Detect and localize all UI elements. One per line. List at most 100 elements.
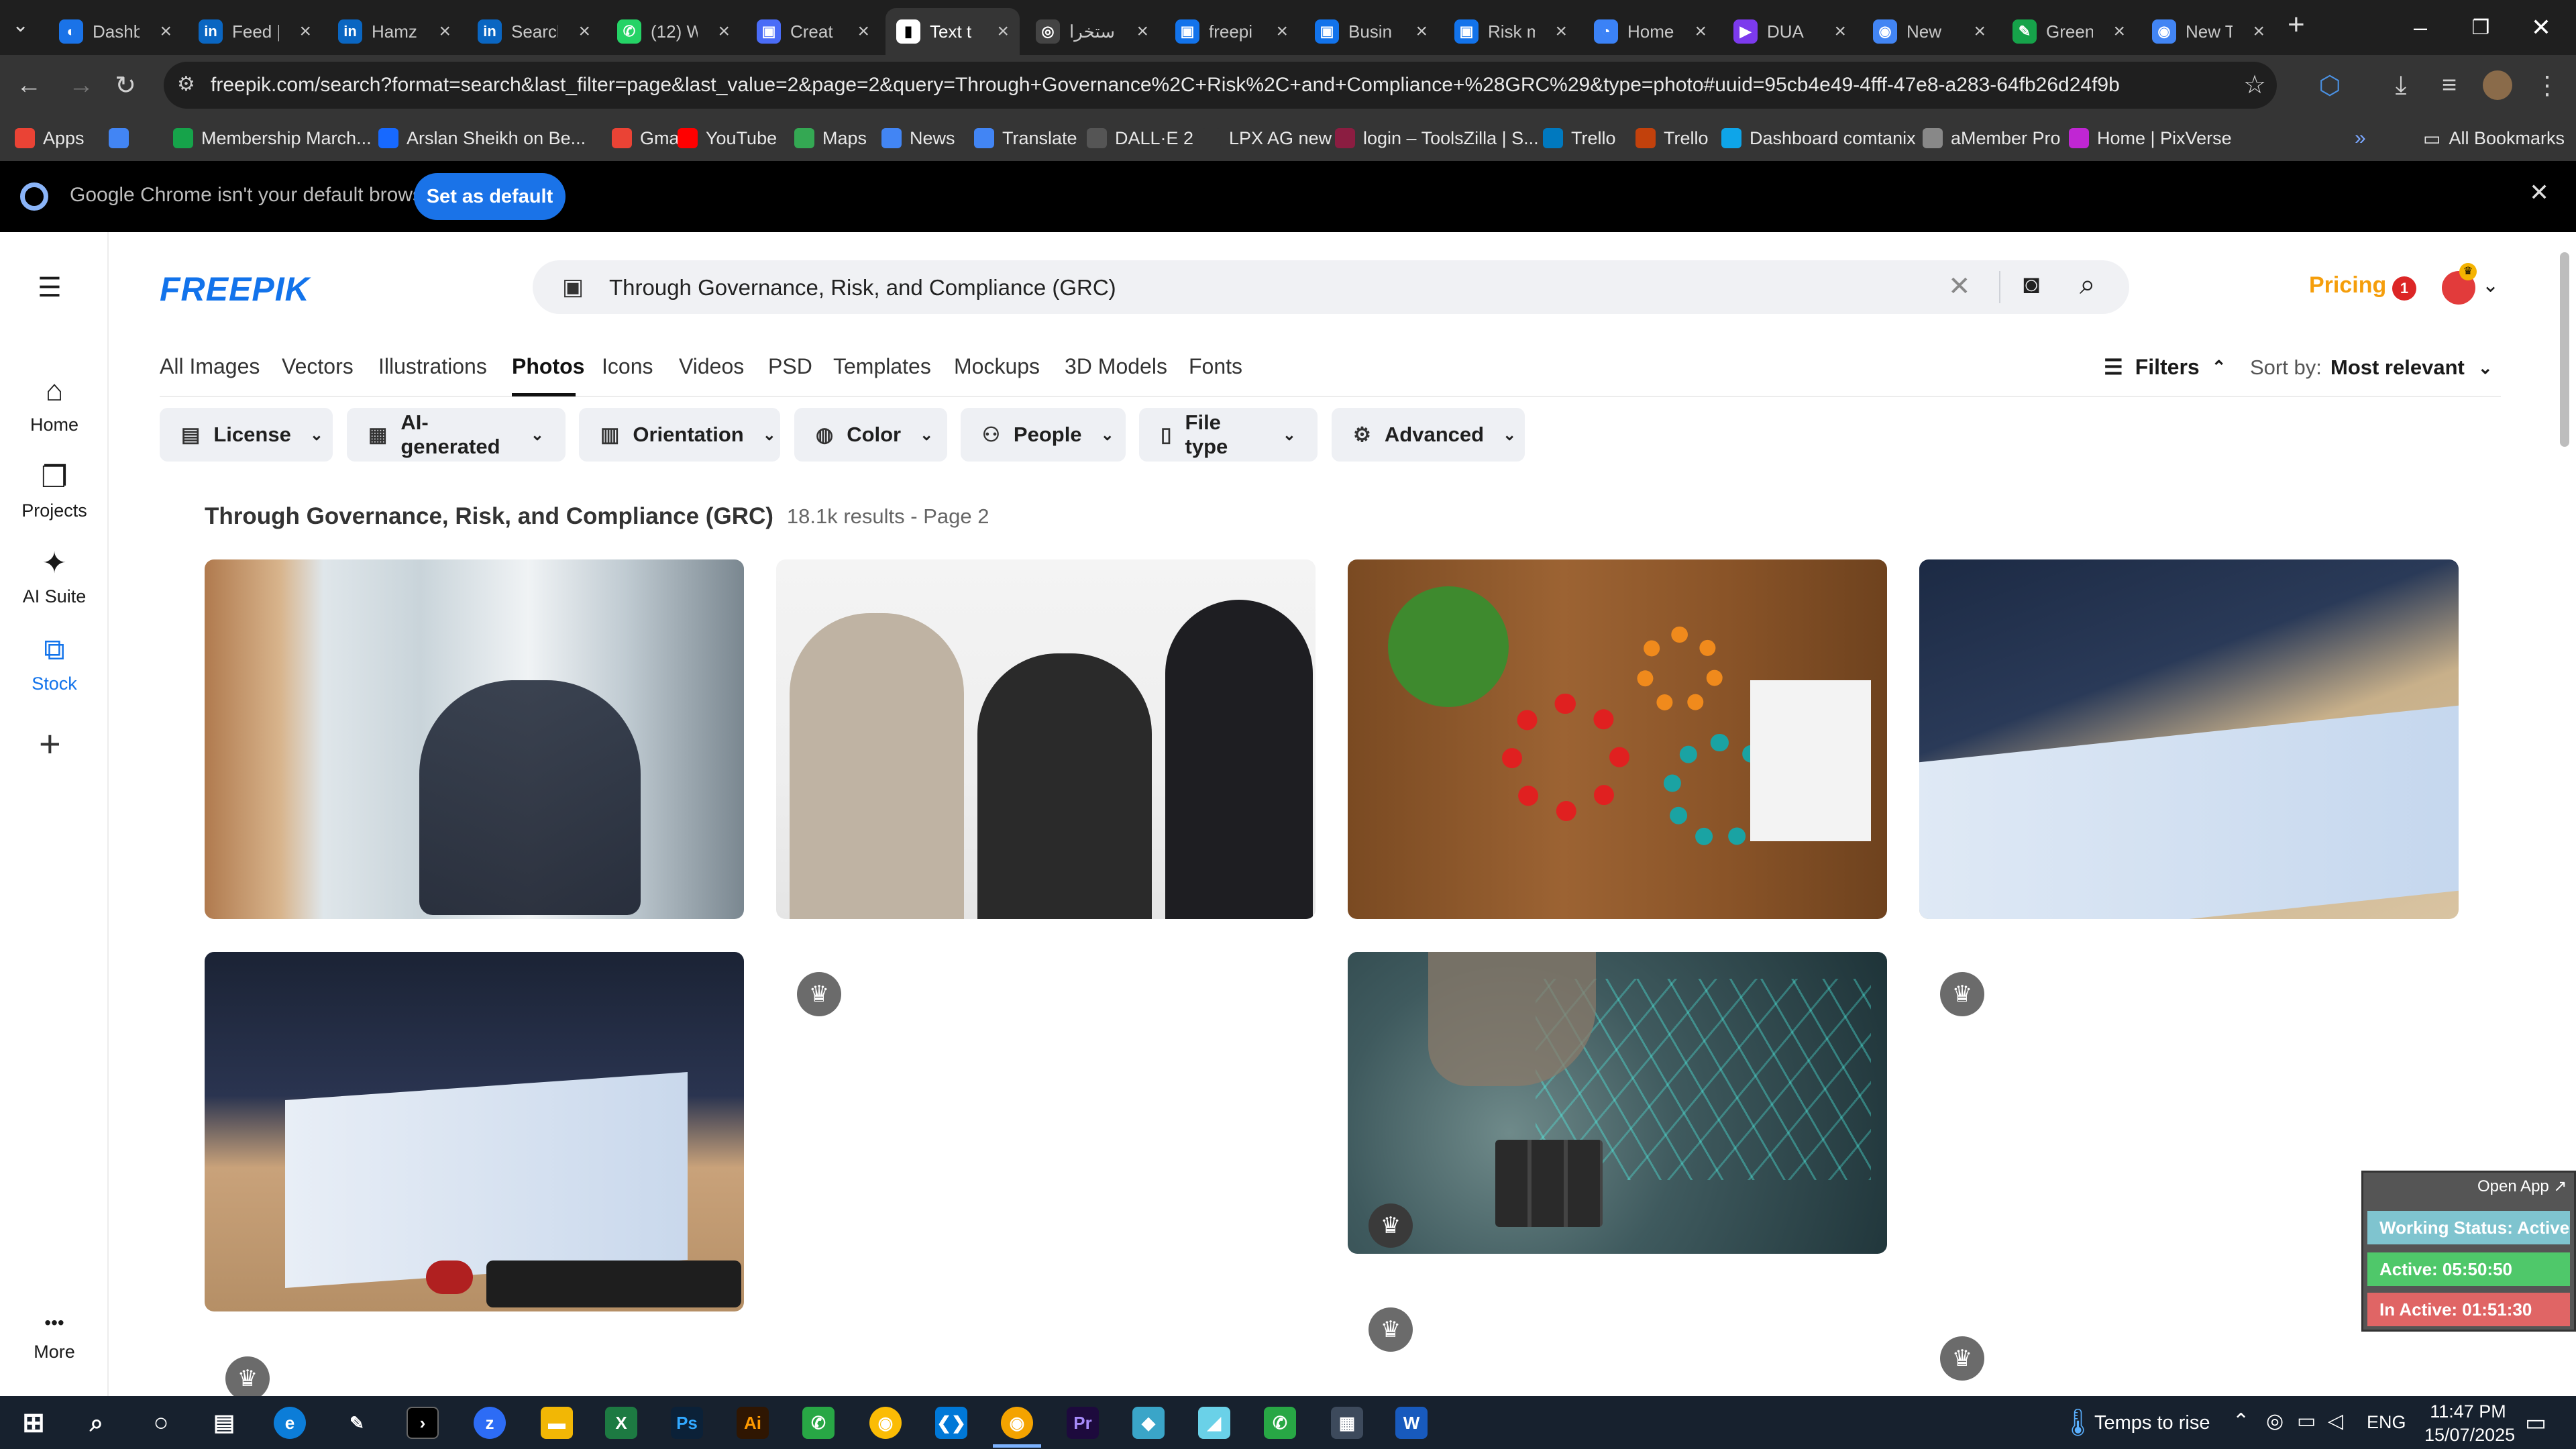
- notifications-icon[interactable]: ▭: [2525, 1409, 2546, 1436]
- volume-icon[interactable]: ◁: [2328, 1409, 2343, 1433]
- cortana-icon[interactable]: ○: [145, 1407, 177, 1439]
- photo-thumbnail[interactable]: [205, 952, 744, 1311]
- browser-tab[interactable]: ▮ Text t ×: [885, 8, 1020, 55]
- network-icon[interactable]: ▭: [2297, 1409, 2316, 1433]
- premiere-icon[interactable]: Pr: [1067, 1407, 1099, 1439]
- tab-close-icon[interactable]: ×: [1974, 20, 1986, 43]
- close-window-button[interactable]: ✕: [2502, 0, 2576, 55]
- app-icon[interactable]: ◆: [1132, 1407, 1165, 1439]
- search-icon[interactable]: ⌕: [80, 1407, 113, 1439]
- tray-overflow-icon[interactable]: ⌃: [2233, 1409, 2249, 1433]
- photo-thumbnail[interactable]: [1348, 952, 1887, 1254]
- tab-close-icon[interactable]: ×: [857, 20, 869, 43]
- forward-arrow-icon[interactable]: →: [63, 67, 99, 103]
- browser-tab[interactable]: ✆ (12) W ×: [606, 8, 741, 55]
- browser-tab[interactable]: ◎ استخرا ×: [1025, 8, 1159, 55]
- tab-close-icon[interactable]: ×: [1555, 20, 1567, 43]
- bookmark-item[interactable]: LPX AG new: [1201, 125, 1332, 152]
- bookmark-item[interactable]: [109, 125, 137, 152]
- notification-badge[interactable]: 1: [2392, 276, 2416, 301]
- filters-toggle[interactable]: ☰ Filters ⌃: [2104, 354, 2226, 380]
- hamburger-menu-icon[interactable]: ☰: [38, 272, 62, 303]
- bookmark-item[interactable]: Home | PixVerse: [2069, 125, 2232, 152]
- browser-tab[interactable]: ▣ Risk m ×: [1444, 8, 1578, 55]
- reload-icon[interactable]: ↻: [107, 67, 144, 103]
- tab-illustrations[interactable]: Illustrations: [378, 354, 487, 379]
- start-menu-icon[interactable]: ⊞: [17, 1407, 50, 1439]
- address-bar[interactable]: ⚙ freepik.com/search?format=search&last_…: [164, 62, 2277, 109]
- sort-dropdown[interactable]: Most relevant ⌄: [2330, 356, 2493, 380]
- bookmark-item[interactable]: Arslan Sheikh on Be...: [378, 125, 586, 152]
- weather-text[interactable]: Temps to rise: [2094, 1412, 2210, 1434]
- browser-tab[interactable]: in Hamz ×: [327, 8, 462, 55]
- filter-advanced-button[interactable]: ⚙ Advanced ⌄: [1332, 408, 1525, 462]
- tab-psd[interactable]: PSD: [768, 354, 812, 379]
- calculator-icon[interactable]: ▦: [1331, 1407, 1363, 1439]
- tab-close-icon[interactable]: ×: [1136, 20, 1148, 43]
- set-as-default-button[interactable]: Set as default: [414, 173, 566, 220]
- bookmark-item[interactable]: Membership March...: [173, 125, 372, 152]
- task-view-icon[interactable]: ▤: [208, 1407, 240, 1439]
- tab-templates[interactable]: Templates: [833, 354, 931, 379]
- tab-close-icon[interactable]: ×: [299, 20, 311, 43]
- bookmarks-overflow-icon[interactable]: »: [2355, 125, 2366, 152]
- tab-3d-models[interactable]: 3D Models: [1065, 354, 1167, 379]
- tab-close-icon[interactable]: ×: [1415, 20, 1428, 43]
- nav-projects[interactable]: ❐ Projects: [0, 460, 109, 521]
- tab-vectors[interactable]: Vectors: [282, 354, 354, 379]
- photo-thumbnail[interactable]: [205, 559, 744, 919]
- browser-tab[interactable]: ◐ Dashb ×: [48, 8, 182, 55]
- open-app-link[interactable]: Open App ↗: [2477, 1177, 2567, 1196]
- search-icon[interactable]: ⌕: [2080, 268, 2096, 301]
- language-indicator[interactable]: ENG: [2367, 1412, 2406, 1433]
- clear-search-icon[interactable]: ✕: [1948, 271, 1971, 302]
- tab-fonts[interactable]: Fonts: [1189, 354, 1242, 379]
- camera-search-icon[interactable]: ◙: [2023, 270, 2039, 300]
- filter-orientation-button[interactable]: ▥ Orientation ⌄: [579, 408, 780, 462]
- nav-more[interactable]: ••• More: [0, 1312, 109, 1362]
- filter-license-button[interactable]: ▤ License ⌄: [160, 408, 333, 462]
- image-search-type-icon[interactable]: ▣: [562, 274, 584, 301]
- bookmark-item[interactable]: Translate: [974, 125, 1077, 152]
- url-text[interactable]: freepik.com/search?format=search&last_fi…: [211, 62, 2120, 109]
- bookmark-item[interactable]: YouTube: [678, 125, 777, 152]
- phone-app-icon[interactable]: ✆: [802, 1407, 835, 1439]
- tab-close-icon[interactable]: ×: [1695, 20, 1707, 43]
- tab-close-icon[interactable]: ×: [2253, 20, 2265, 43]
- chrome-icon[interactable]: ◉: [869, 1407, 902, 1439]
- tab-close-icon[interactable]: ×: [1834, 20, 1846, 43]
- excel-icon[interactable]: X: [605, 1407, 637, 1439]
- bookmark-star-icon[interactable]: ☆: [2243, 70, 2266, 100]
- bookmark-item[interactable]: Dashboard comtanix: [1721, 125, 1916, 152]
- bookmark-item[interactable]: Trello: [1543, 125, 1616, 152]
- vscode-icon[interactable]: ❮❯: [935, 1407, 967, 1439]
- chrome-menu-icon[interactable]: ⋮: [2529, 67, 2565, 103]
- browser-tab[interactable]: ◉ New T ×: [2141, 8, 2275, 55]
- app-icon[interactable]: ◢: [1198, 1407, 1230, 1439]
- browser-tab[interactable]: ▣ Creat ×: [746, 8, 880, 55]
- tab-close-icon[interactable]: ×: [578, 20, 590, 43]
- clock[interactable]: 11:47 PM 15/07/2025: [2424, 1401, 2515, 1446]
- infobar-close-icon[interactable]: ✕: [2529, 178, 2549, 207]
- nav-home[interactable]: ⌂ Home: [0, 374, 109, 435]
- new-tab-button[interactable]: +: [2288, 8, 2305, 42]
- filter-file-type-button[interactable]: ▯ File type ⌄: [1139, 408, 1318, 462]
- pricing-link[interactable]: Pricing: [2309, 272, 2386, 299]
- browser-tab[interactable]: ▣ Busin ×: [1304, 8, 1438, 55]
- all-bookmarks-button[interactable]: ▭ All Bookmarks: [2423, 125, 2565, 152]
- browser-tab[interactable]: in Feed | ×: [188, 8, 322, 55]
- bookmark-item[interactable]: aMember Pro: [1923, 125, 2061, 152]
- chrome-canary-icon[interactable]: ◉: [1001, 1407, 1033, 1439]
- edge-icon[interactable]: e: [274, 1407, 306, 1439]
- photo-thumbnail[interactable]: [776, 559, 1316, 919]
- browser-tab[interactable]: ◉ New ×: [1862, 8, 1996, 55]
- bookmark-item[interactable]: Maps: [794, 125, 867, 152]
- tab-mockups[interactable]: Mockups: [954, 354, 1040, 379]
- phone-app-icon[interactable]: ✆: [1264, 1407, 1296, 1439]
- bookmark-item[interactable]: DALL·E 2: [1087, 125, 1193, 152]
- browser-tab[interactable]: ▣ freepi ×: [1165, 8, 1299, 55]
- site-info-icon[interactable]: ⚙: [177, 72, 195, 96]
- downloads-icon[interactable]: ⤓: [2383, 67, 2419, 103]
- back-arrow-icon[interactable]: ←: [11, 67, 47, 103]
- account-chevron-down-icon[interactable]: ⌄: [2482, 274, 2499, 297]
